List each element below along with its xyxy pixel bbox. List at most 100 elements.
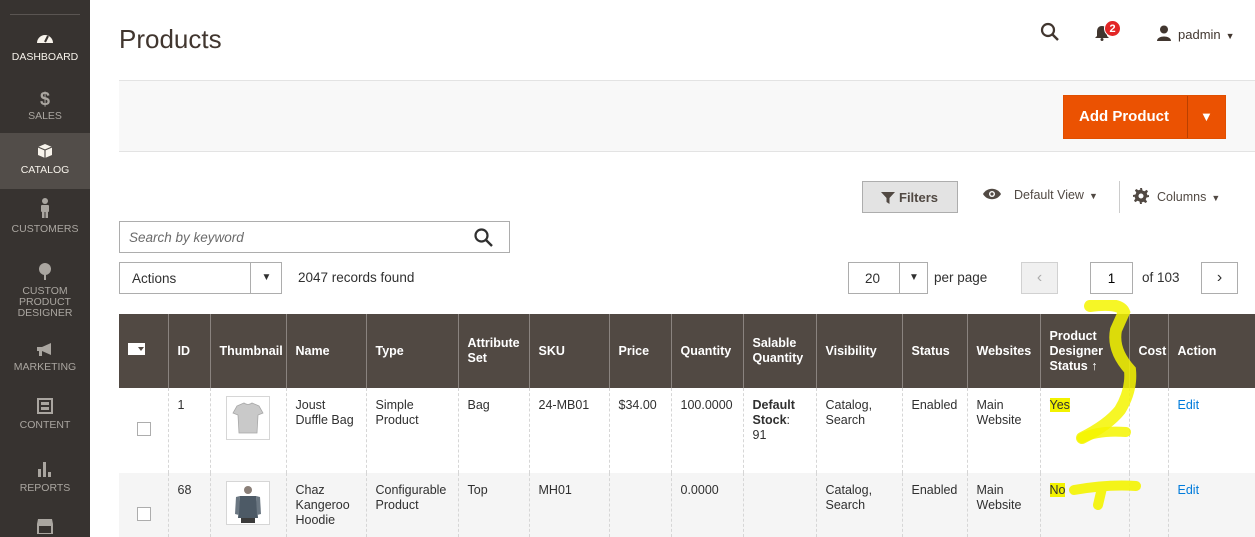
columns-label: Columns	[1157, 190, 1207, 204]
sidebar-item-content[interactable]: CONTENT	[0, 398, 90, 438]
cell-name: Joust Duffle Bag	[285, 388, 366, 473]
column-header-thumbnail: Thumbnail	[209, 314, 286, 388]
chevron-down-icon[interactable]: ▼	[1200, 109, 1213, 124]
cell-price	[608, 473, 671, 537]
per-page-dropdown[interactable]: 20 ▼	[848, 262, 928, 294]
next-page-button[interactable]: ›	[1201, 262, 1238, 294]
cell-salable-quantity: Default Stock: 91	[742, 388, 816, 473]
person-icon	[0, 198, 90, 221]
search-input[interactable]	[120, 222, 460, 252]
cell-thumbnail	[209, 388, 286, 473]
page-title: Products	[119, 24, 222, 54]
notification-count-badge: 2	[1104, 20, 1121, 37]
chevron-down-icon: ▼	[1225, 31, 1235, 41]
dashboard-icon	[0, 30, 90, 49]
multiselect-icon	[128, 343, 145, 355]
previous-page-button[interactable]: ‹	[1021, 262, 1058, 294]
default-view-dropdown[interactable]: Default View ▼	[983, 188, 1098, 202]
toolbar-divider	[1119, 181, 1120, 213]
cell-attribute-set: Top	[457, 473, 529, 537]
search-icon[interactable]	[1040, 22, 1060, 42]
funnel-icon	[881, 192, 895, 204]
cell-action: Edit	[1167, 388, 1255, 473]
row-checkbox-cell	[119, 388, 168, 473]
sidebar-item-reports[interactable]: REPORTS	[0, 459, 90, 499]
sidebar-item-label: CATALOG	[20, 164, 70, 176]
cell-status: Enabled	[901, 473, 967, 537]
mass-actions-dropdown[interactable]: Actions ▼	[119, 262, 282, 294]
sidebar-item-custom-product-designer[interactable]: CUSTOM PRODUCT DESIGNER	[0, 262, 90, 326]
product-thumbnail[interactable]	[225, 396, 270, 440]
store-icon	[0, 518, 90, 537]
column-header-status[interactable]: Status	[901, 314, 967, 388]
row-checkbox-cell	[119, 473, 168, 537]
columns-dropdown[interactable]: Columns ▼	[1133, 188, 1220, 204]
column-header-quantity[interactable]: Quantity	[670, 314, 743, 388]
column-header-name[interactable]: Name	[285, 314, 366, 388]
sidebar-item-label: CUSTOMERS	[11, 223, 79, 235]
layout-icon	[0, 398, 90, 417]
cell-type: Configurable Product	[365, 473, 458, 537]
chevron-down-icon[interactable]: ▼	[250, 263, 282, 293]
column-header-price[interactable]: Price	[608, 314, 671, 388]
user-menu[interactable]: padmin ▼	[1156, 25, 1235, 42]
add-product-label: Add Product	[1079, 108, 1169, 125]
cell-websites: Main Website	[966, 473, 1040, 537]
sidebar-item-label: CONTENT	[19, 419, 71, 431]
sidebar-item-catalog[interactable]: CATALOG	[0, 133, 90, 189]
keyword-search	[119, 221, 510, 253]
view-label: Default View	[1014, 188, 1084, 202]
eye-icon	[983, 188, 1001, 200]
bar-chart-icon	[0, 459, 90, 480]
cell-visibility: Catalog, Search	[815, 473, 902, 537]
column-header-visibility[interactable]: Visibility	[815, 314, 902, 388]
cell-name: Chaz Kangeroo Hoodie	[285, 473, 366, 537]
sidebar-item-sales[interactable]: $ SALES	[0, 90, 90, 126]
sidebar-item-customers[interactable]: CUSTOMERS	[0, 198, 90, 242]
cell-websites: Main Website	[966, 388, 1040, 473]
admin-sidebar: DASHBOARD $ SALES CATALOG CUSTOMERS CUST…	[0, 0, 90, 537]
select-all-checkbox[interactable]	[119, 314, 168, 388]
column-header-attribute-set[interactable]: Attribute Set	[457, 314, 529, 388]
dollar-icon: $	[39, 89, 50, 109]
cell-sku: MH01	[528, 473, 609, 537]
cell-type: Simple Product	[365, 388, 458, 473]
cell-id: 1	[167, 388, 210, 473]
cell-quantity: 0.0000	[670, 473, 743, 537]
cell-quantity: 100.0000	[670, 388, 743, 473]
row-checkbox[interactable]	[137, 507, 151, 521]
chevron-down-icon: ▼	[1088, 191, 1098, 201]
chevron-down-icon[interactable]: ▼	[899, 263, 928, 293]
sidebar-item-marketing[interactable]: MARKETING	[0, 341, 90, 377]
cell-thumbnail	[209, 473, 286, 537]
sidebar-item-stores[interactable]	[0, 518, 90, 537]
column-header-action: Action	[1167, 314, 1255, 388]
username: padmin	[1178, 27, 1221, 42]
user-icon	[1156, 25, 1172, 41]
add-product-button[interactable]: Add Product ▼	[1063, 95, 1226, 139]
cell-sku: 24-MB01	[528, 388, 609, 473]
cell-price: $34.00	[608, 388, 671, 473]
megaphone-icon	[0, 341, 90, 359]
column-header-type[interactable]: Type	[365, 314, 458, 388]
product-thumbnail[interactable]	[225, 481, 270, 525]
cell-visibility: Catalog, Search	[815, 388, 902, 473]
sidebar-divider	[10, 14, 80, 15]
sidebar-item-label: SALES	[28, 110, 62, 122]
designer-status-value: Yes	[1049, 398, 1070, 412]
edit-link[interactable]: Edit	[1178, 483, 1200, 497]
row-checkbox[interactable]	[137, 422, 151, 436]
cell-status: Enabled	[901, 388, 967, 473]
column-header-websites[interactable]: Websites	[966, 314, 1040, 388]
column-header-sku[interactable]: SKU	[528, 314, 609, 388]
per-page-label: per page	[934, 270, 988, 285]
search-icon[interactable]	[474, 228, 493, 247]
cell-action: Edit	[1167, 473, 1255, 537]
filters-button[interactable]: Filters	[862, 181, 958, 213]
column-header-id[interactable]: ID	[167, 314, 210, 388]
edit-link[interactable]: Edit	[1178, 398, 1200, 412]
records-found: 2047 records found	[298, 270, 415, 285]
gear-icon	[1133, 188, 1149, 204]
page-number-input[interactable]	[1090, 262, 1133, 294]
sidebar-item-dashboard[interactable]: DASHBOARD	[0, 30, 90, 74]
